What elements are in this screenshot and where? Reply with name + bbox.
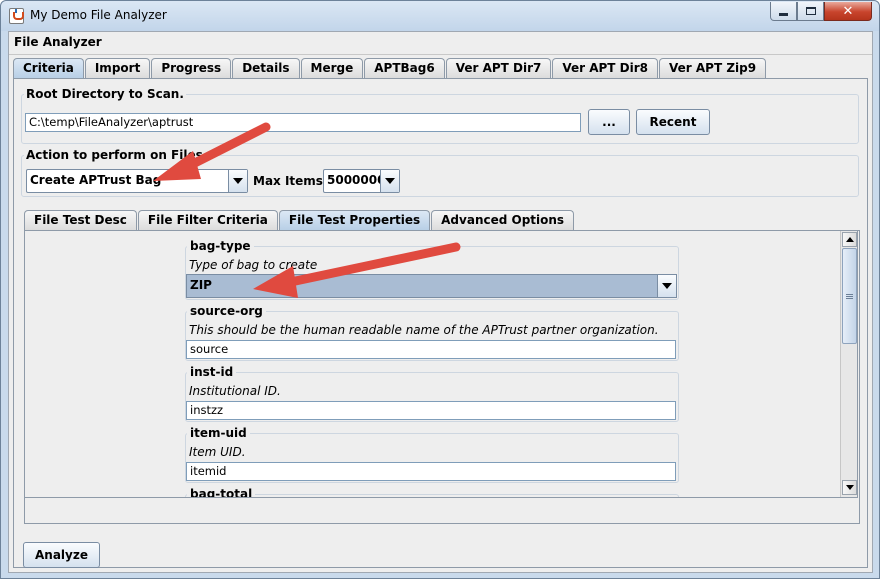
recent-button[interactable]: Recent — [636, 109, 710, 135]
prop-name: bag-type — [187, 239, 254, 253]
tab-merge[interactable]: Merge — [300, 58, 364, 78]
grip-icon — [846, 294, 853, 295]
java-icon — [9, 8, 24, 24]
tab-criteria[interactable]: Criteria — [13, 58, 84, 78]
bag-type-value: ZIP — [190, 278, 212, 292]
menu-file-analyzer[interactable]: File Analyzer — [14, 35, 102, 49]
grip-icon — [846, 296, 853, 297]
tab-progress[interactable]: Progress — [151, 58, 232, 78]
tab-file-filter-criteria[interactable]: File Filter Criteria — [137, 210, 278, 230]
max-items-select[interactable]: 5000000 — [323, 169, 400, 193]
root-dir-title: Root Directory to Scan. — [24, 87, 186, 101]
minimize-icon — [779, 12, 788, 16]
action-select-value: Create APTrust Bag — [30, 173, 162, 187]
prop-description: This should be the human readable name o… — [189, 323, 659, 337]
grip-icon — [846, 298, 853, 299]
tab-file-test-properties[interactable]: File Test Properties — [278, 210, 431, 230]
browse-button[interactable]: ... — [588, 109, 630, 135]
tab-ver-apt-dir8[interactable]: Ver APT Dir8 — [552, 58, 659, 78]
action-title: Action to perform on Files — [24, 148, 205, 162]
properties-scroll-pane: bag-type Type of bag to create ZIP sourc… — [24, 230, 858, 498]
prop-description: Institutional ID. — [189, 384, 281, 398]
prop-name: bag-total — [187, 487, 256, 497]
minimize-button[interactable] — [770, 2, 797, 21]
tab-aptbag6[interactable]: APTBag6 — [364, 58, 445, 78]
prop-name: inst-id — [187, 365, 237, 379]
action-select-dropdown[interactable] — [228, 170, 247, 192]
title-bar[interactable]: My Demo File Analyzer ✕ — [1, 1, 879, 31]
prop-description: Type of bag to create — [189, 258, 318, 272]
scroll-up-button[interactable] — [842, 232, 857, 247]
prop-description: Item UID. — [189, 445, 246, 459]
maximize-button[interactable] — [797, 2, 824, 21]
scroll-down-button[interactable] — [842, 480, 857, 495]
max-items-label: Max Items: — [253, 174, 328, 188]
bag-type-select[interactable]: ZIP — [186, 274, 677, 298]
tab-details[interactable]: Details — [232, 58, 300, 78]
arrow-up-icon — [845, 237, 854, 242]
chevron-down-icon — [385, 178, 395, 184]
close-icon: ✕ — [842, 3, 854, 19]
tab-import[interactable]: Import — [84, 58, 151, 78]
tab-file-test-desc[interactable]: File Test Desc — [24, 210, 137, 230]
analyze-button[interactable]: Analyze — [23, 542, 100, 568]
inst-id-input[interactable]: instzz — [186, 401, 676, 420]
source-org-input[interactable]: source — [186, 340, 676, 359]
prop-bag-total — [185, 494, 679, 497]
action-select[interactable]: Create APTrust Bag — [26, 169, 248, 193]
tab-advanced-options[interactable]: Advanced Options — [431, 210, 575, 230]
menu-separator — [9, 54, 872, 55]
main-tab-bar: Criteria Import Progress Details Merge A… — [13, 58, 767, 78]
max-items-value: 5000000 — [327, 173, 386, 187]
client-area: File Analyzer Criteria Import Progress D… — [8, 31, 873, 573]
bag-type-dropdown[interactable] — [657, 275, 676, 297]
tab-ver-apt-dir7[interactable]: Ver APT Dir7 — [445, 58, 552, 78]
window-title: My Demo File Analyzer — [30, 8, 167, 22]
item-uid-input[interactable]: itemid — [186, 462, 676, 481]
tab-ver-apt-zip9[interactable]: Ver APT Zip9 — [659, 58, 767, 78]
chevron-down-icon — [233, 178, 243, 184]
chevron-down-icon — [662, 283, 672, 289]
arrow-down-icon — [845, 485, 854, 490]
prop-name: item-uid — [187, 426, 250, 440]
root-dir-input[interactable]: C:\temp\FileAnalyzer\aptrust — [25, 113, 581, 132]
max-items-dropdown[interactable] — [380, 170, 399, 192]
prop-name: source-org — [187, 304, 266, 318]
close-button[interactable]: ✕ — [824, 2, 872, 21]
maximize-icon — [805, 7, 816, 15]
vertical-scrollbar[interactable] — [840, 231, 857, 497]
scroll-thumb[interactable] — [842, 248, 857, 344]
app-window: My Demo File Analyzer ✕ File Analyzer Cr… — [0, 0, 880, 579]
sub-tab-bar: File Test Desc File Filter Criteria File… — [24, 210, 575, 230]
